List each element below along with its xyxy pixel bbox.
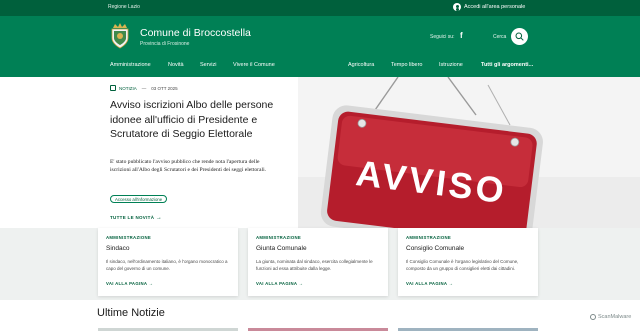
card-sindaco[interactable]: AMMINISTRAZIONE Sindaco Il sindaco, nell… [98, 228, 238, 296]
site-subtitle: Provincia di Frosinone [140, 41, 190, 47]
card-link[interactable]: VAI ALLA PAGINA → [256, 281, 303, 286]
card-title[interactable]: Sindaco [106, 245, 130, 252]
card-link[interactable]: VAI ALLA PAGINA → [106, 281, 153, 286]
nav-amministrazione[interactable]: Amministrazione [110, 62, 151, 68]
card-title[interactable]: Consiglio Comunale [406, 245, 464, 252]
nav-agricoltura[interactable]: Agricoltura [348, 62, 374, 68]
nav-vivere-il-comune[interactable]: Vivere il Comune [233, 62, 275, 68]
hero-meta: NOTIZIA — 03 OTT 2025 [110, 85, 178, 91]
arrow-right-icon: → [155, 215, 163, 221]
card-category: AMMINISTRAZIONE [106, 235, 152, 240]
card-category: AMMINISTRAZIONE [256, 235, 302, 240]
search-label: Cerca [493, 34, 507, 40]
top-bar: Regione Lazio Accedi all'area personale [0, 0, 640, 16]
hero-description: E' stato pubblicato l'avviso pubblico ch… [110, 159, 267, 174]
coat-of-arms-logo[interactable] [110, 23, 130, 49]
nav-tutti-gli-argomenti[interactable]: Tutti gli argomenti... [481, 62, 533, 68]
card-consiglio-comunale[interactable]: AMMINISTRAZIONE Consiglio Comunale Il Co… [398, 228, 538, 296]
latest-news-heading: Ultime Notizie [97, 307, 165, 319]
hero-category: NOTIZIA [119, 85, 137, 91]
site-header: Comune di Broccostella Provincia di Fros… [0, 16, 640, 77]
card-text: La giunta, nominata dal sindaco, esercit… [256, 259, 373, 271]
hero-date: 03 OTT 2025 [151, 85, 178, 91]
hero-title[interactable]: Avviso iscrizioni Albo delle persone ido… [110, 98, 280, 142]
arrow-right-icon: → [148, 281, 154, 286]
card-text: Il Consiglio Comunale è l'organo legisla… [406, 259, 519, 271]
arrow-right-icon: → [448, 281, 454, 286]
nav-novita[interactable]: Novità [168, 62, 184, 68]
nav-tempo-libero[interactable]: Tempo libero [391, 62, 423, 68]
calendar-icon [110, 85, 116, 91]
card-link-label: VAI ALLA PAGINA [406, 281, 448, 286]
topic-tag[interactable]: Accesso all'informazione [110, 195, 168, 203]
facebook-icon[interactable]: f [460, 31, 463, 40]
card-link-label: VAI ALLA PAGINA [106, 281, 148, 286]
arrow-right-icon: → [298, 281, 304, 286]
login-label: Accedi all'area personale [464, 4, 526, 10]
watermark: ScanMalware [590, 314, 631, 320]
all-news-link[interactable]: TUTTE LE NOVITÀ → [110, 215, 162, 221]
search-button[interactable] [511, 28, 528, 45]
card-link-label: VAI ALLA PAGINA [256, 281, 298, 286]
nav-istruzione[interactable]: Istruzione [439, 62, 463, 68]
scan-icon [590, 314, 596, 320]
card-category: AMMINISTRAZIONE [406, 235, 452, 240]
card-link[interactable]: VAI ALLA PAGINA → [406, 281, 453, 286]
nav-servizi[interactable]: Servizi [200, 62, 217, 68]
meta-separator: — [141, 85, 147, 91]
social-label: Seguici su: [430, 34, 455, 40]
login-button[interactable]: Accedi all'area personale [453, 3, 525, 11]
site-title[interactable]: Comune di Broccostella [140, 27, 251, 39]
region-link[interactable]: Regione Lazio [108, 4, 140, 10]
card-title[interactable]: Giunta Comunale [256, 245, 307, 252]
hero-image: AVVISO [298, 77, 640, 232]
card-text: Il sindaco, nell'ordinamento italiano, è… [106, 259, 228, 271]
card-giunta-comunale[interactable]: AMMINISTRAZIONE Giunta Comunale La giunt… [248, 228, 388, 296]
user-icon [453, 3, 461, 11]
watermark-text: ScanMalware [598, 314, 632, 320]
search-icon [515, 32, 524, 41]
all-news-label: TUTTE LE NOVITÀ [110, 215, 155, 220]
